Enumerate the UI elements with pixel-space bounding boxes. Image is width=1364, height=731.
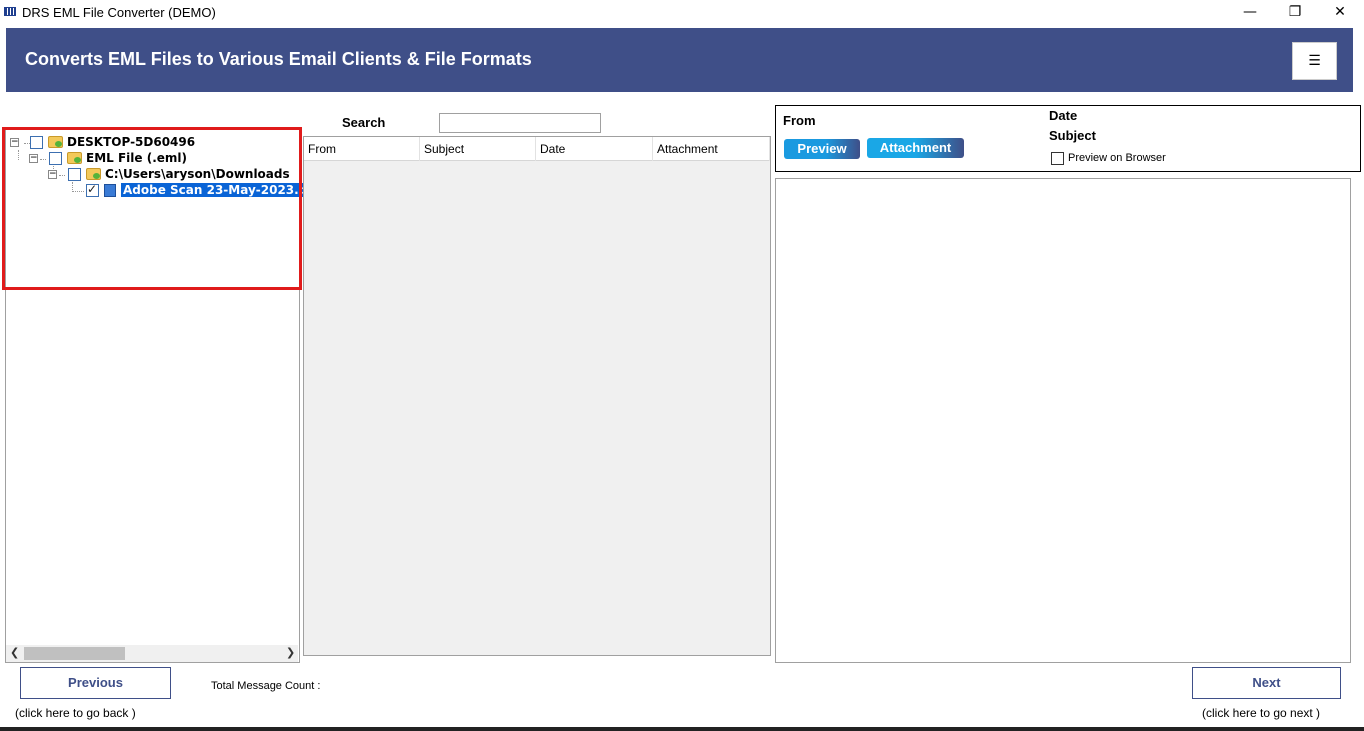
tree-node-label: DESKTOP-5D60496: [67, 135, 196, 149]
preview-on-browser-checkbox[interactable]: [1051, 152, 1064, 165]
column-header-from[interactable]: From: [304, 137, 420, 161]
folder-icon: [86, 168, 101, 180]
preview-on-browser-label: Preview on Browser: [1068, 152, 1166, 164]
tree-guide-line: [40, 159, 46, 160]
column-header-date[interactable]: Date: [536, 137, 653, 161]
app-icon: [4, 7, 16, 16]
collapse-icon[interactable]: −: [29, 154, 38, 163]
previous-button[interactable]: Previous: [20, 667, 171, 699]
tree-guide-line: [18, 150, 19, 160]
minimize-button[interactable]: —: [1228, 2, 1272, 24]
tree-checkbox[interactable]: [49, 152, 62, 165]
preview-button[interactable]: Preview: [784, 139, 860, 159]
hamburger-icon: ☰: [1308, 53, 1321, 69]
tree-node-label-selected: Adobe Scan 23-May-2023.pdf -: [121, 183, 333, 197]
taskbar-strip: [0, 727, 1364, 731]
tree-checkbox[interactable]: [68, 168, 81, 181]
attachment-button[interactable]: Attachment: [867, 138, 964, 158]
folder-tree-panel: − DESKTOP-5D60496 − EML File (.eml) − C:…: [5, 127, 333, 663]
search-label: Search: [342, 115, 386, 130]
hamburger-menu-button[interactable]: ☰: [1292, 42, 1337, 80]
column-header-subject[interactable]: Subject: [420, 137, 536, 161]
previous-hint: (click here to go back ): [15, 706, 136, 720]
from-label: From: [783, 113, 816, 128]
subject-label: Subject: [1049, 128, 1096, 143]
window-title: DRS EML File Converter (DEMO): [22, 5, 216, 20]
tree-guide-line: [72, 191, 84, 192]
restore-button[interactable]: ❐: [1273, 2, 1317, 24]
folder-icon: [67, 152, 82, 164]
total-message-count-label: Total Message Count :: [211, 680, 321, 692]
tree-checkbox-checked[interactable]: [86, 182, 99, 197]
collapse-icon[interactable]: −: [48, 170, 57, 179]
header-title: Converts EML Files to Various Email Clie…: [25, 49, 532, 69]
collapse-icon[interactable]: −: [10, 138, 19, 147]
scrollbar-thumb[interactable]: [24, 647, 125, 660]
date-label: Date: [1049, 108, 1078, 123]
message-preview-header: From Date Subject Preview Attachment Pre…: [775, 105, 1361, 172]
tree-node-label: EML File (.eml): [86, 151, 187, 165]
message-grid: From Subject Date Attachment: [303, 136, 771, 656]
file-icon: [104, 184, 116, 197]
scroll-left-icon[interactable]: ❮: [10, 646, 19, 659]
computer-folder-icon: [48, 136, 63, 148]
column-header-attachment[interactable]: Attachment: [653, 137, 770, 161]
tree-node-label: C:\Users\aryson\Downloads: [105, 167, 290, 181]
grid-header: From Subject Date Attachment: [304, 137, 770, 161]
search-input[interactable]: [439, 113, 601, 133]
header-banner: Converts EML Files to Various Email Clie…: [6, 28, 1353, 92]
next-hint: (click here to go next ): [1202, 706, 1321, 720]
tree-guide-line: [59, 175, 65, 176]
close-button[interactable]: ✕: [1318, 2, 1362, 24]
scroll-right-icon[interactable]: ❯: [286, 646, 295, 659]
title-bar: DRS EML File Converter (DEMO) — ❐ ✕: [0, 0, 1364, 26]
message-preview-content: [775, 178, 1351, 663]
tree-checkbox[interactable]: [30, 136, 43, 149]
next-button[interactable]: Next: [1192, 667, 1341, 699]
tree-horizontal-scrollbar[interactable]: ❮ ❯: [6, 645, 298, 662]
